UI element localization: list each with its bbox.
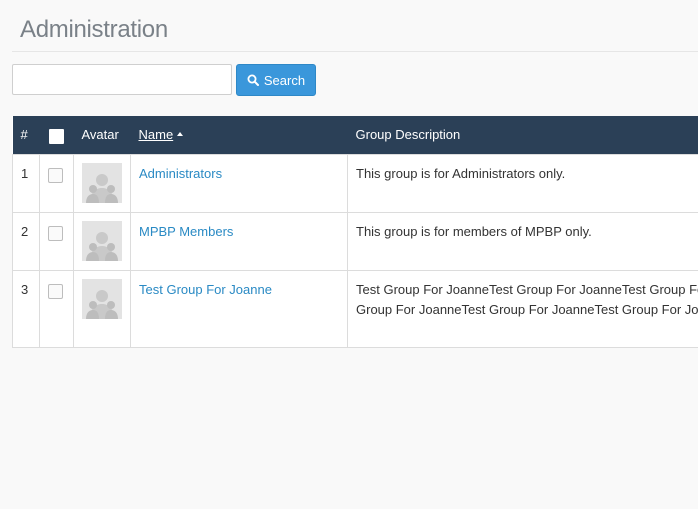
- avatar: [82, 220, 122, 261]
- group-name-link[interactable]: Administrators: [139, 166, 222, 181]
- avatar-cell: [73, 153, 131, 213]
- column-header-avatar: Avatar: [73, 116, 131, 154]
- avatar-cell: [73, 211, 131, 271]
- avatar: [82, 162, 122, 203]
- table-row: 1 Administrators This group is for Admin…: [12, 153, 698, 213]
- name-cell: Test Group For Joanne: [130, 269, 348, 348]
- avatar-cell: [73, 269, 131, 348]
- search-icon: [247, 74, 259, 86]
- search-input[interactable]: [12, 64, 232, 95]
- column-header-description: Group Description: [347, 116, 698, 154]
- name-cell: Administrators: [130, 153, 348, 213]
- user-group-icon: [82, 162, 122, 203]
- row-checkbox[interactable]: [48, 167, 63, 183]
- row-number: 2: [12, 211, 40, 271]
- row-checkbox[interactable]: [48, 225, 63, 241]
- title-divider: [12, 51, 698, 52]
- sort-ascending-icon: [177, 132, 184, 137]
- description-cell: This group is for members of MPBP only.: [347, 211, 698, 271]
- groups-table: # Avatar Name Group Description 1 Admini…: [12, 116, 698, 348]
- select-all-checkbox[interactable]: [48, 128, 64, 144]
- sort-by-name-link[interactable]: Name: [139, 127, 174, 142]
- description-cell: Test Group For JoanneTest Group For Joan…: [347, 269, 698, 348]
- page-title: Administration: [20, 16, 168, 43]
- row-select-cell: [39, 211, 74, 271]
- table-header-row: # Avatar Name Group Description: [12, 116, 698, 154]
- row-number: 3: [12, 269, 40, 348]
- user-group-icon: [82, 220, 122, 261]
- group-name-link[interactable]: Test Group For Joanne: [139, 282, 272, 297]
- table-row: 3 Test Group For Joanne Test Group For J…: [12, 269, 698, 348]
- user-group-icon: [82, 278, 122, 319]
- name-cell: MPBP Members: [130, 211, 348, 271]
- search-button-label: Search: [263, 72, 306, 88]
- description-cell: This group is for Administrators only.: [347, 153, 698, 213]
- column-header-name[interactable]: Name: [130, 116, 348, 154]
- row-select-cell: [39, 269, 74, 348]
- description-line: Group For JoanneTest Group For JoanneTes…: [356, 301, 698, 317]
- row-checkbox[interactable]: [48, 283, 63, 299]
- description-line: Test Group For JoanneTest Group For Joan…: [356, 281, 698, 297]
- row-select-cell: [39, 153, 74, 213]
- table-row: 2 MPBP Members This group is for members…: [12, 211, 698, 271]
- search-button[interactable]: Search: [236, 64, 316, 96]
- column-header-num: #: [12, 116, 40, 154]
- column-header-select: [39, 116, 74, 154]
- group-name-link[interactable]: MPBP Members: [139, 224, 233, 239]
- avatar: [82, 278, 122, 319]
- row-number: 1: [12, 153, 40, 213]
